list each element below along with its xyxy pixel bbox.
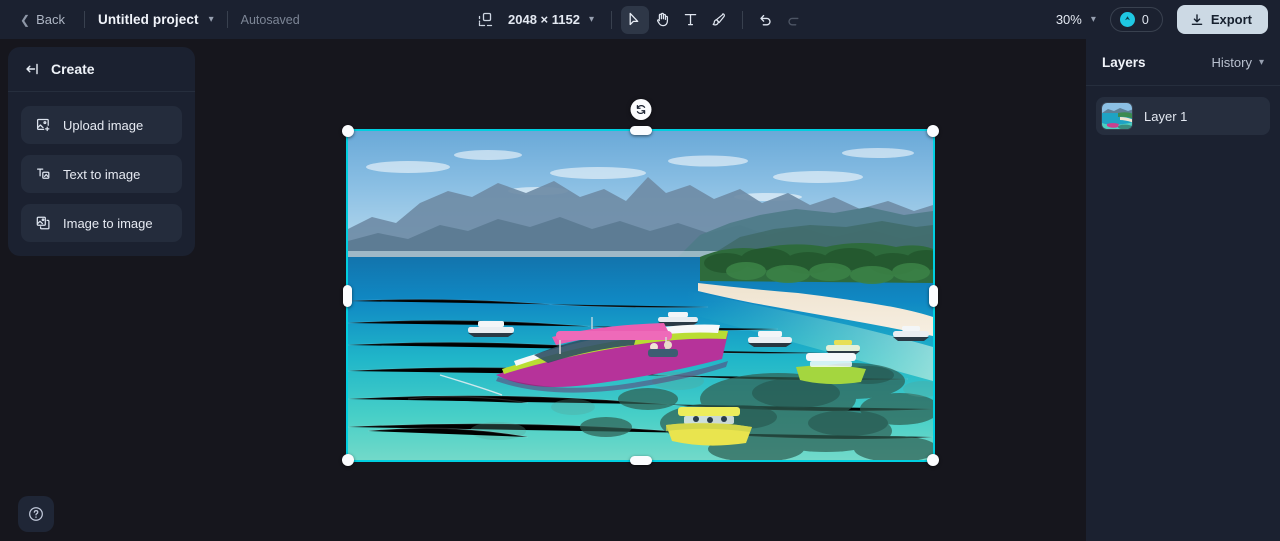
- resize-handle-right[interactable]: [929, 284, 938, 307]
- redo-button[interactable]: [780, 6, 808, 34]
- project-name-dropdown[interactable]: Untitled project ▾: [98, 12, 214, 27]
- text-to-image-button[interactable]: Text to image: [21, 155, 182, 193]
- resize-handle-top-left[interactable]: [342, 125, 354, 137]
- help-button[interactable]: [18, 496, 54, 532]
- zoom-level: 30%: [1055, 12, 1082, 27]
- back-label: Back: [36, 12, 65, 27]
- divider: [226, 11, 228, 28]
- resize-handle-bottom[interactable]: [629, 456, 652, 465]
- hand-tool-button[interactable]: [649, 6, 677, 34]
- layers-panel: Layers History ▾ Layer 1: [1086, 39, 1280, 541]
- top-bar-right: 30% ▾ 0 Export: [1056, 0, 1268, 39]
- history-dropdown[interactable]: History ▾: [1212, 55, 1264, 70]
- credits-badge[interactable]: 0: [1109, 7, 1163, 32]
- chevron-left-icon: ❮: [20, 12, 31, 27]
- layer-name: Layer 1: [1144, 108, 1188, 124]
- image-to-image-button[interactable]: Image to image: [21, 204, 182, 242]
- chevron-down-icon: ▾: [1090, 14, 1096, 25]
- upload-image-button[interactable]: Upload image: [21, 106, 182, 144]
- canvas-resize-icon[interactable]: [472, 6, 500, 34]
- layers-panel-header: Layers History ▾: [1086, 39, 1280, 86]
- collapse-panel-icon[interactable]: [24, 61, 40, 77]
- image-to-image-label: Image to image: [63, 215, 153, 231]
- tropical-beach-artwork: [348, 131, 933, 460]
- top-bar: ❮ Back Untitled project ▾ Autosaved 2048…: [0, 0, 1280, 39]
- canvas-size-dropdown[interactable]: 2048 × 1152 ▾: [500, 12, 602, 27]
- create-panel-items: Upload image Text to image Image to imag…: [8, 92, 195, 242]
- chevron-down-icon: ▾: [208, 14, 214, 25]
- credit-coin-icon: [1119, 12, 1135, 27]
- canvas-image[interactable]: [346, 129, 935, 462]
- brush-tool-button[interactable]: [705, 6, 733, 34]
- text-to-image-icon: [35, 166, 51, 182]
- chevron-down-icon: ▾: [1258, 56, 1264, 68]
- divider: [741, 10, 743, 29]
- upload-image-label: Upload image: [63, 117, 144, 133]
- select-tool-button[interactable]: [620, 5, 649, 34]
- upload-image-icon: [35, 117, 51, 133]
- zoom-dropdown[interactable]: 30% ▾: [1056, 12, 1096, 27]
- autosave-status: Autosaved: [240, 12, 300, 27]
- top-bar-left: ❮ Back Untitled project ▾ Autosaved: [0, 8, 300, 31]
- resize-handle-left[interactable]: [343, 284, 352, 307]
- top-bar-center: 2048 × 1152 ▾: [472, 0, 808, 39]
- text-to-image-label: Text to image: [63, 166, 141, 182]
- history-label: History: [1211, 54, 1252, 70]
- resize-handle-top[interactable]: [629, 126, 652, 135]
- export-button[interactable]: Export: [1176, 5, 1268, 34]
- layers-list: Layer 1: [1086, 86, 1280, 146]
- text-tool-button[interactable]: [677, 6, 705, 34]
- help-question-icon: [27, 505, 45, 523]
- create-panel-title: Create: [51, 61, 95, 77]
- resize-handle-top-right[interactable]: [927, 125, 939, 137]
- canvas-area[interactable]: [195, 39, 1086, 541]
- layer-thumbnail: [1101, 102, 1133, 130]
- divider: [610, 10, 612, 29]
- credits-count: 0: [1141, 12, 1149, 27]
- image-to-image-icon: [35, 215, 51, 231]
- undo-button[interactable]: [752, 6, 780, 34]
- project-name: Untitled project: [97, 12, 199, 27]
- image-selection[interactable]: [342, 99, 939, 466]
- create-panel: Create Upload image Text to image Image …: [8, 47, 195, 256]
- layers-title: Layers: [1102, 54, 1146, 70]
- canvas-size-value: 2048 × 1152: [508, 12, 580, 27]
- export-label: Export: [1210, 12, 1252, 27]
- create-panel-header: Create: [8, 47, 195, 92]
- rotate-handle[interactable]: [630, 99, 651, 120]
- back-button[interactable]: ❮ Back: [14, 8, 71, 31]
- image-editor-app: ❮ Back Untitled project ▾ Autosaved 2048…: [0, 0, 1280, 541]
- resize-handle-bottom-right[interactable]: [927, 454, 939, 466]
- resize-handle-bottom-left[interactable]: [342, 454, 354, 466]
- download-icon: [1190, 13, 1204, 27]
- layer-item[interactable]: Layer 1: [1096, 97, 1270, 135]
- chevron-down-icon: ▾: [588, 14, 594, 25]
- divider: [83, 11, 85, 28]
